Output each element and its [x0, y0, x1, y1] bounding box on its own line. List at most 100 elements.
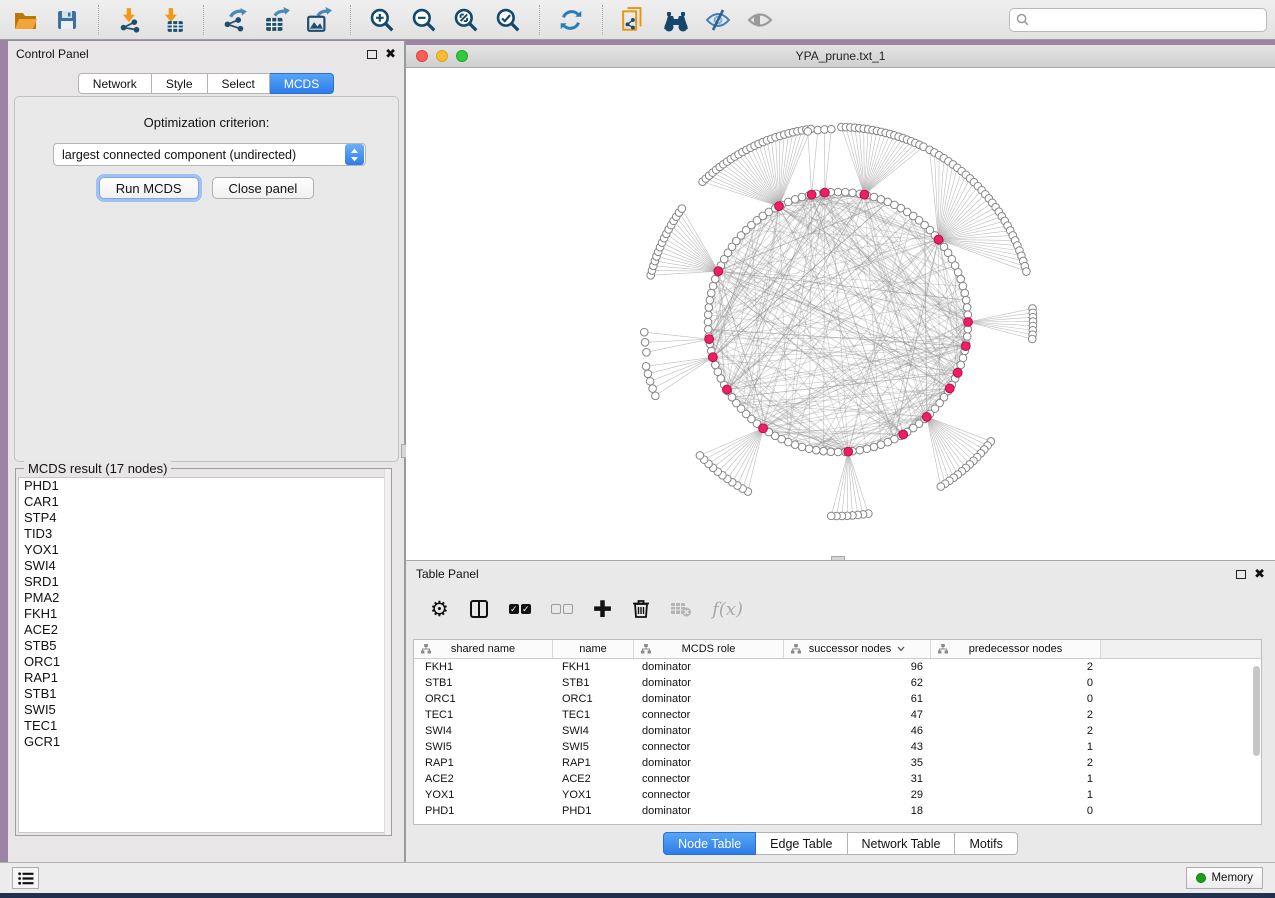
search-input[interactable] [1033, 13, 1260, 27]
result-node-item[interactable]: TID3 [19, 526, 388, 542]
optimization-criterion-select[interactable]: largest connected component (undirected) [53, 143, 366, 166]
network-canvas[interactable] [406, 68, 1275, 559]
result-node-item[interactable]: FKH1 [19, 606, 388, 622]
column-header-filler [1101, 640, 1261, 658]
result-node-item[interactable]: CAR1 [19, 494, 388, 510]
table-row[interactable]: ORC1ORC1dominator610 [414, 691, 1261, 707]
column-header-successor-nodes[interactable]: successor nodes [784, 640, 931, 658]
cell-predecessor-nodes: 2 [931, 707, 1101, 723]
memory-status-icon [1196, 873, 1206, 883]
toolbar-separator [203, 5, 204, 35]
column-header-shared-name[interactable]: shared name [414, 640, 553, 658]
close-table-panel-icon[interactable]: ✖ [1254, 569, 1265, 579]
result-node-item[interactable]: STP4 [19, 510, 388, 526]
clone-network-icon[interactable] [617, 4, 651, 36]
memory-button[interactable]: Memory [1186, 867, 1263, 889]
tab-mcds[interactable]: MCDS [270, 73, 334, 94]
float-panel-icon[interactable] [367, 50, 377, 59]
import-table-icon[interactable] [155, 4, 189, 36]
tab-select[interactable]: Select [208, 73, 270, 94]
result-node-item[interactable]: SRD1 [19, 574, 388, 590]
cell-name: SWI4 [553, 723, 634, 739]
table-row[interactable]: RAP1RAP1dominator352 [414, 755, 1261, 771]
tab-style[interactable]: Style [152, 73, 208, 94]
memory-label: Memory [1211, 872, 1253, 884]
network-view-window: YPA_prune.txt_1 [406, 45, 1275, 560]
result-node-item[interactable]: STB1 [19, 686, 388, 702]
binoculars-icon[interactable] [659, 4, 693, 36]
toolbar-search[interactable] [1009, 8, 1267, 32]
result-node-item[interactable]: GCR1 [19, 734, 388, 750]
deselect-all-icon[interactable] [551, 604, 573, 614]
task-list-icon[interactable] [12, 867, 39, 889]
columns-icon[interactable] [469, 599, 489, 619]
table-row[interactable]: SWI5SWI5connector431 [414, 739, 1261, 755]
cell-successor-nodes: 47 [784, 707, 931, 723]
network-window-titlebar[interactable]: YPA_prune.txt_1 [406, 45, 1275, 68]
cell-successor-nodes: 18 [784, 803, 931, 819]
close-panel-button[interactable]: Close panel [212, 177, 315, 199]
save-session-icon[interactable] [50, 4, 84, 36]
result-node-item[interactable]: RAP1 [19, 670, 388, 686]
open-session-icon[interactable] [8, 4, 42, 36]
tab-motifs[interactable]: Motifs [955, 832, 1017, 855]
result-node-item[interactable]: SWI4 [19, 558, 388, 574]
table-row[interactable]: TEC1TEC1connector472 [414, 707, 1261, 723]
column-header-name[interactable]: name [553, 640, 634, 658]
tab-network-table[interactable]: Network Table [848, 832, 956, 855]
add-icon[interactable]: ✚ [593, 599, 612, 619]
table-row[interactable]: YOX1YOX1connector291 [414, 787, 1261, 803]
close-panel-icon[interactable]: ✖ [385, 49, 396, 59]
refresh-icon[interactable] [554, 4, 588, 36]
result-node-item[interactable]: SWI5 [19, 702, 388, 718]
result-node-item[interactable]: ORC1 [19, 654, 388, 670]
result-node-item[interactable]: PHD1 [19, 478, 388, 494]
cell-mcds-role: dominator [634, 675, 784, 691]
delete-icon[interactable] [632, 599, 650, 619]
import-network-icon[interactable] [113, 4, 147, 36]
cell-successor-nodes: 96 [784, 659, 931, 675]
result-node-item[interactable]: PMA2 [19, 590, 388, 606]
table-row[interactable]: FKH1FKH1dominator962 [414, 659, 1261, 675]
tab-node-table[interactable]: Node Table [663, 832, 756, 855]
cell-mcds-role: connector [634, 787, 784, 803]
export-image-icon[interactable] [302, 4, 336, 36]
export-network-icon[interactable] [218, 4, 252, 36]
float-table-panel-icon[interactable] [1236, 570, 1246, 579]
hide-selected-icon[interactable] [701, 4, 735, 36]
cell-predecessor-nodes: 2 [931, 723, 1101, 739]
table-toolbar: ⚙ ✓✓ ✚ f(x) [406, 587, 1275, 631]
cell-filler [1101, 659, 1261, 675]
column-label: shared name [451, 643, 515, 655]
zoom-selected-icon[interactable] [491, 4, 525, 36]
table-row[interactable]: SWI4SWI4dominator462 [414, 723, 1261, 739]
zoom-fit-icon[interactable] [449, 4, 483, 36]
column-header-predecessor-nodes[interactable]: predecessor nodes [931, 640, 1101, 658]
settings-icon[interactable]: ⚙ [430, 599, 449, 619]
table-row[interactable]: ACE2ACE2connector311 [414, 771, 1261, 787]
cell-filler [1101, 771, 1261, 787]
select-all-icon[interactable]: ✓✓ [509, 604, 531, 614]
result-node-item[interactable]: STB5 [19, 638, 388, 654]
show-all-icon[interactable] [743, 4, 777, 36]
tab-edge-table[interactable]: Edge Table [756, 832, 847, 855]
tab-network[interactable]: Network [78, 73, 152, 94]
cell-name: ORC1 [553, 691, 634, 707]
table-scrollbar-thumb[interactable] [1253, 666, 1260, 756]
node-table[interactable]: shared name nameMCDS rolesuccessor nodesp… [413, 639, 1262, 825]
run-mcds-button[interactable]: Run MCDS [99, 177, 199, 199]
mcds-result-list[interactable]: PHD1CAR1STP4TID3YOX1SWI4SRD1PMA2FKH1ACE2… [18, 477, 389, 833]
table-row[interactable]: PHD1PHD1dominator180 [414, 803, 1261, 819]
result-node-item[interactable]: TEC1 [19, 718, 388, 734]
cell-name: YOX1 [553, 787, 634, 803]
result-scrollbar[interactable] [384, 469, 391, 835]
zoom-out-icon[interactable] [407, 4, 441, 36]
zoom-in-icon[interactable] [365, 4, 399, 36]
tree-icon [791, 644, 801, 654]
export-table-icon[interactable] [260, 4, 294, 36]
column-header-MCDS-role[interactable]: MCDS role [634, 640, 784, 658]
cell-mcds-role: connector [634, 739, 784, 755]
result-node-item[interactable]: YOX1 [19, 542, 388, 558]
result-node-item[interactable]: ACE2 [19, 622, 388, 638]
table-row[interactable]: STB1STB1dominator620 [414, 675, 1261, 691]
